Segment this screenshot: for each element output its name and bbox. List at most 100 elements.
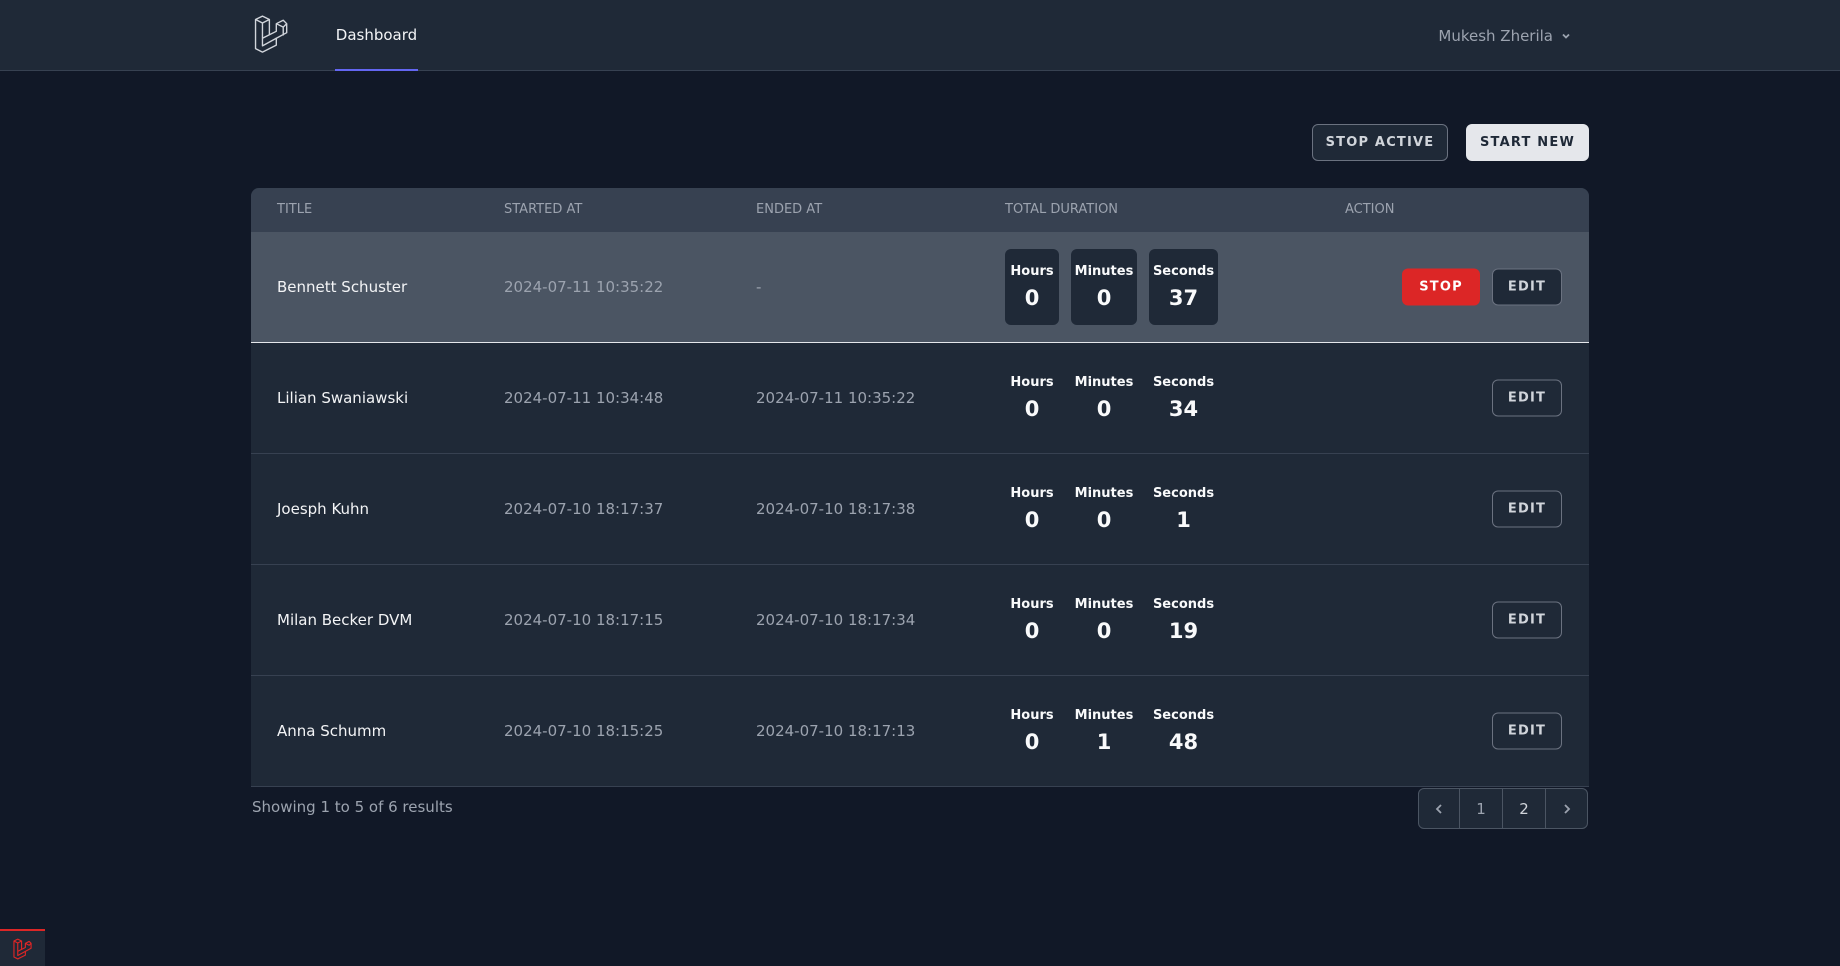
header-ended-at: ENDED AT [756, 202, 823, 217]
duration-seconds-value: 48 [1168, 730, 1199, 754]
duration-hours: Hours 0 [1005, 471, 1059, 547]
row-duration: Hours 0 Minutes 0 Seconds 37 [1005, 249, 1218, 325]
row-ended-at: 2024-07-10 18:17:38 [756, 500, 916, 518]
duration-seconds-value: 37 [1168, 286, 1199, 310]
duration-minutes-label: Minutes [1074, 486, 1134, 501]
duration-hours-value: 0 [1024, 286, 1040, 310]
duration-minutes-label: Minutes [1074, 375, 1134, 390]
duration-minutes-value: 0 [1096, 619, 1112, 643]
duration-minutes-label: Minutes [1074, 708, 1134, 723]
duration-hours-label: Hours [1010, 597, 1054, 612]
row-ended-at: 2024-07-10 18:17:34 [756, 611, 916, 629]
edit-button[interactable]: EDIT [1492, 601, 1562, 639]
row-title: Milan Becker DVM [277, 611, 413, 629]
duration-seconds-value: 34 [1168, 397, 1199, 421]
row-duration: Hours 0 Minutes 0 Seconds 19 [1005, 582, 1218, 658]
pagination-next-button[interactable] [1546, 789, 1587, 828]
pagination-prev-button[interactable] [1419, 789, 1460, 828]
duration-hours-label: Hours [1010, 264, 1054, 279]
duration-hours: Hours 0 [1005, 693, 1059, 769]
duration-minutes-label: Minutes [1074, 597, 1134, 612]
table-row: Anna Schumm 2024-07-10 18:15:25 2024-07-… [251, 676, 1589, 787]
duration-hours-label: Hours [1010, 486, 1054, 501]
duration-minutes-value: 0 [1096, 508, 1112, 532]
duration-seconds: Seconds 34 [1149, 360, 1218, 436]
table-row: Bennett Schuster 2024-07-11 10:35:22 - H… [251, 232, 1589, 343]
duration-seconds-value: 19 [1168, 619, 1199, 643]
duration-hours: Hours 0 [1005, 360, 1059, 436]
row-title: Lilian Swaniawski [277, 389, 409, 407]
duration-seconds: Seconds 19 [1149, 582, 1218, 658]
start-new-button[interactable]: START NEW [1466, 124, 1589, 161]
duration-hours-label: Hours [1010, 375, 1054, 390]
header-total-duration: TOTAL DURATION [1005, 202, 1119, 217]
duration-hours: Hours 0 [1005, 249, 1059, 325]
row-duration: Hours 0 Minutes 0 Seconds 34 [1005, 360, 1218, 436]
duration-hours-label: Hours [1010, 708, 1054, 723]
edit-button[interactable]: EDIT [1492, 268, 1562, 306]
pagination: 1 2 [1418, 788, 1588, 829]
duration-minutes-value: 0 [1096, 286, 1112, 310]
row-duration: Hours 0 Minutes 0 Seconds 1 [1005, 471, 1218, 547]
results-summary: Showing 1 to 5 of 6 results [252, 798, 453, 816]
table-row: Lilian Swaniawski 2024-07-11 10:34:48 20… [251, 343, 1589, 454]
duration-minutes-value: 1 [1096, 730, 1112, 754]
laravel-logo-icon[interactable] [252, 14, 292, 54]
duration-minutes-value: 0 [1096, 397, 1112, 421]
header-title: TITLE [277, 202, 313, 217]
duration-minutes: Minutes 1 [1071, 693, 1137, 769]
duration-seconds-value: 1 [1176, 508, 1191, 532]
pagination-page-2[interactable]: 2 [1503, 789, 1546, 828]
duration-seconds-label: Seconds [1152, 264, 1215, 279]
row-title: Anna Schumm [277, 722, 387, 740]
duration-minutes: Minutes 0 [1071, 249, 1137, 325]
edit-button[interactable]: EDIT [1492, 712, 1562, 750]
chevron-right-icon [1563, 803, 1570, 814]
table-header: TITLE STARTED AT ENDED AT TOTAL DURATION… [251, 188, 1589, 232]
row-started-at: 2024-07-10 18:15:25 [504, 722, 664, 740]
debugbar-toggle[interactable] [0, 929, 45, 966]
row-title: Joesph Kuhn [277, 500, 370, 518]
row-ended-at: 2024-07-11 10:35:22 [756, 389, 916, 407]
duration-seconds: Seconds 1 [1149, 471, 1218, 547]
user-name: Mukesh Zherila [1438, 26, 1553, 45]
laravel-logo-icon [12, 938, 32, 960]
row-ended-at: 2024-07-10 18:17:13 [756, 722, 916, 740]
pagination-page-1[interactable]: 1 [1460, 789, 1503, 828]
stop-active-button[interactable]: STOP ACTIVE [1312, 124, 1448, 161]
row-title: Bennett Schuster [277, 278, 408, 296]
duration-minutes-label: Minutes [1074, 264, 1134, 279]
duration-minutes: Minutes 0 [1071, 582, 1137, 658]
user-menu[interactable]: Mukesh Zherila [1438, 0, 1572, 71]
row-ended-at: - [756, 278, 762, 296]
duration-seconds-label: Seconds [1152, 708, 1215, 723]
duration-hours-value: 0 [1024, 619, 1040, 643]
edit-button[interactable]: EDIT [1492, 379, 1562, 417]
row-started-at: 2024-07-10 18:17:37 [504, 500, 664, 518]
edit-button[interactable]: EDIT [1492, 490, 1562, 528]
duration-seconds: Seconds 48 [1149, 693, 1218, 769]
duration-seconds-label: Seconds [1152, 375, 1215, 390]
duration-seconds-label: Seconds [1152, 597, 1215, 612]
duration-hours: Hours 0 [1005, 582, 1059, 658]
chevron-down-icon [1562, 33, 1570, 39]
row-started-at: 2024-07-11 10:35:22 [504, 278, 664, 296]
row-started-at: 2024-07-11 10:34:48 [504, 389, 664, 407]
duration-hours-value: 0 [1024, 730, 1040, 754]
header-action: ACTION [1345, 202, 1395, 217]
duration-minutes: Minutes 0 [1071, 471, 1137, 547]
duration-seconds: Seconds 37 [1149, 249, 1218, 325]
duration-seconds-label: Seconds [1152, 486, 1215, 501]
time-entries-table: TITLE STARTED AT ENDED AT TOTAL DURATION… [251, 188, 1589, 787]
row-started-at: 2024-07-10 18:17:15 [504, 611, 664, 629]
row-duration: Hours 0 Minutes 1 Seconds 48 [1005, 693, 1218, 769]
stop-button[interactable]: STOP [1402, 268, 1480, 306]
table-row: Milan Becker DVM 2024-07-10 18:17:15 202… [251, 565, 1589, 676]
top-navigation: Dashboard Mukesh Zherila [0, 0, 1840, 71]
nav-link-dashboard[interactable]: Dashboard [335, 0, 418, 71]
table-row: Joesph Kuhn 2024-07-10 18:17:37 2024-07-… [251, 454, 1589, 565]
duration-hours-value: 0 [1024, 397, 1040, 421]
chevron-left-icon [1435, 803, 1442, 814]
header-started-at: STARTED AT [504, 202, 583, 217]
duration-hours-value: 0 [1024, 508, 1040, 532]
